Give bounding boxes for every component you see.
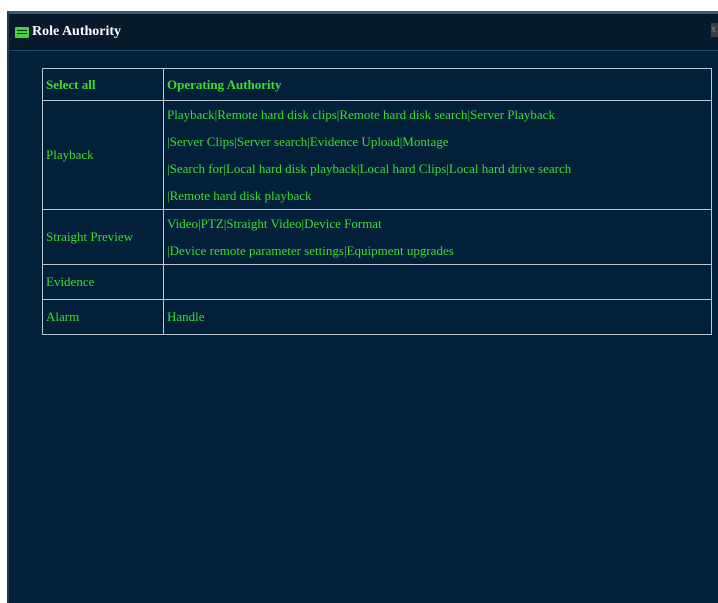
authority-line: Handle bbox=[167, 309, 205, 324]
title-bar: Role Authority x bbox=[9, 11, 718, 51]
table-row-alarm: Alarm Handle bbox=[42, 299, 712, 335]
authority-table: Select all Operating Authority Playback … bbox=[42, 68, 712, 335]
row-authority-evidence bbox=[163, 264, 712, 300]
row-name-evidence[interactable]: Evidence bbox=[42, 264, 164, 300]
close-button[interactable]: x bbox=[711, 23, 718, 37]
table-row-evidence: Evidence bbox=[42, 264, 712, 300]
table-row-straight-preview: Straight Preview Video|PTZ|Straight Vide… bbox=[42, 209, 712, 265]
table-row-playback: Playback Playback|Remote hard disk clips… bbox=[42, 100, 712, 210]
row-authority-alarm: Handle bbox=[163, 299, 712, 335]
select-all-header[interactable]: Select all bbox=[42, 68, 164, 101]
row-authority-playback: Playback|Remote hard disk clips|Remote h… bbox=[163, 100, 712, 210]
row-name-straight-preview[interactable]: Straight Preview bbox=[42, 209, 164, 265]
authority-line: Video|PTZ|Straight Video|Device Format bbox=[167, 216, 382, 231]
row-name-playback[interactable]: Playback bbox=[42, 100, 164, 210]
authority-line: Playback|Remote hard disk clips|Remote h… bbox=[167, 107, 555, 122]
operating-authority-header: Operating Authority bbox=[163, 68, 712, 101]
authority-line: |Remote hard disk playback bbox=[167, 188, 312, 203]
role-authority-window: Role Authority x Select all Operating Au… bbox=[7, 11, 718, 603]
authority-line: |Search for|Local hard disk playback|Loc… bbox=[167, 161, 572, 176]
role-card-icon bbox=[15, 26, 29, 38]
row-authority-straight-preview: Video|PTZ|Straight Video|Device Format |… bbox=[163, 209, 712, 265]
window-title: Role Authority bbox=[32, 24, 122, 39]
authority-line: |Server Clips|Server search|Evidence Upl… bbox=[167, 134, 449, 149]
authority-line: |Device remote parameter settings|Equipm… bbox=[167, 243, 454, 258]
row-name-alarm[interactable]: Alarm bbox=[42, 299, 164, 335]
table-header-row: Select all Operating Authority bbox=[42, 68, 712, 101]
